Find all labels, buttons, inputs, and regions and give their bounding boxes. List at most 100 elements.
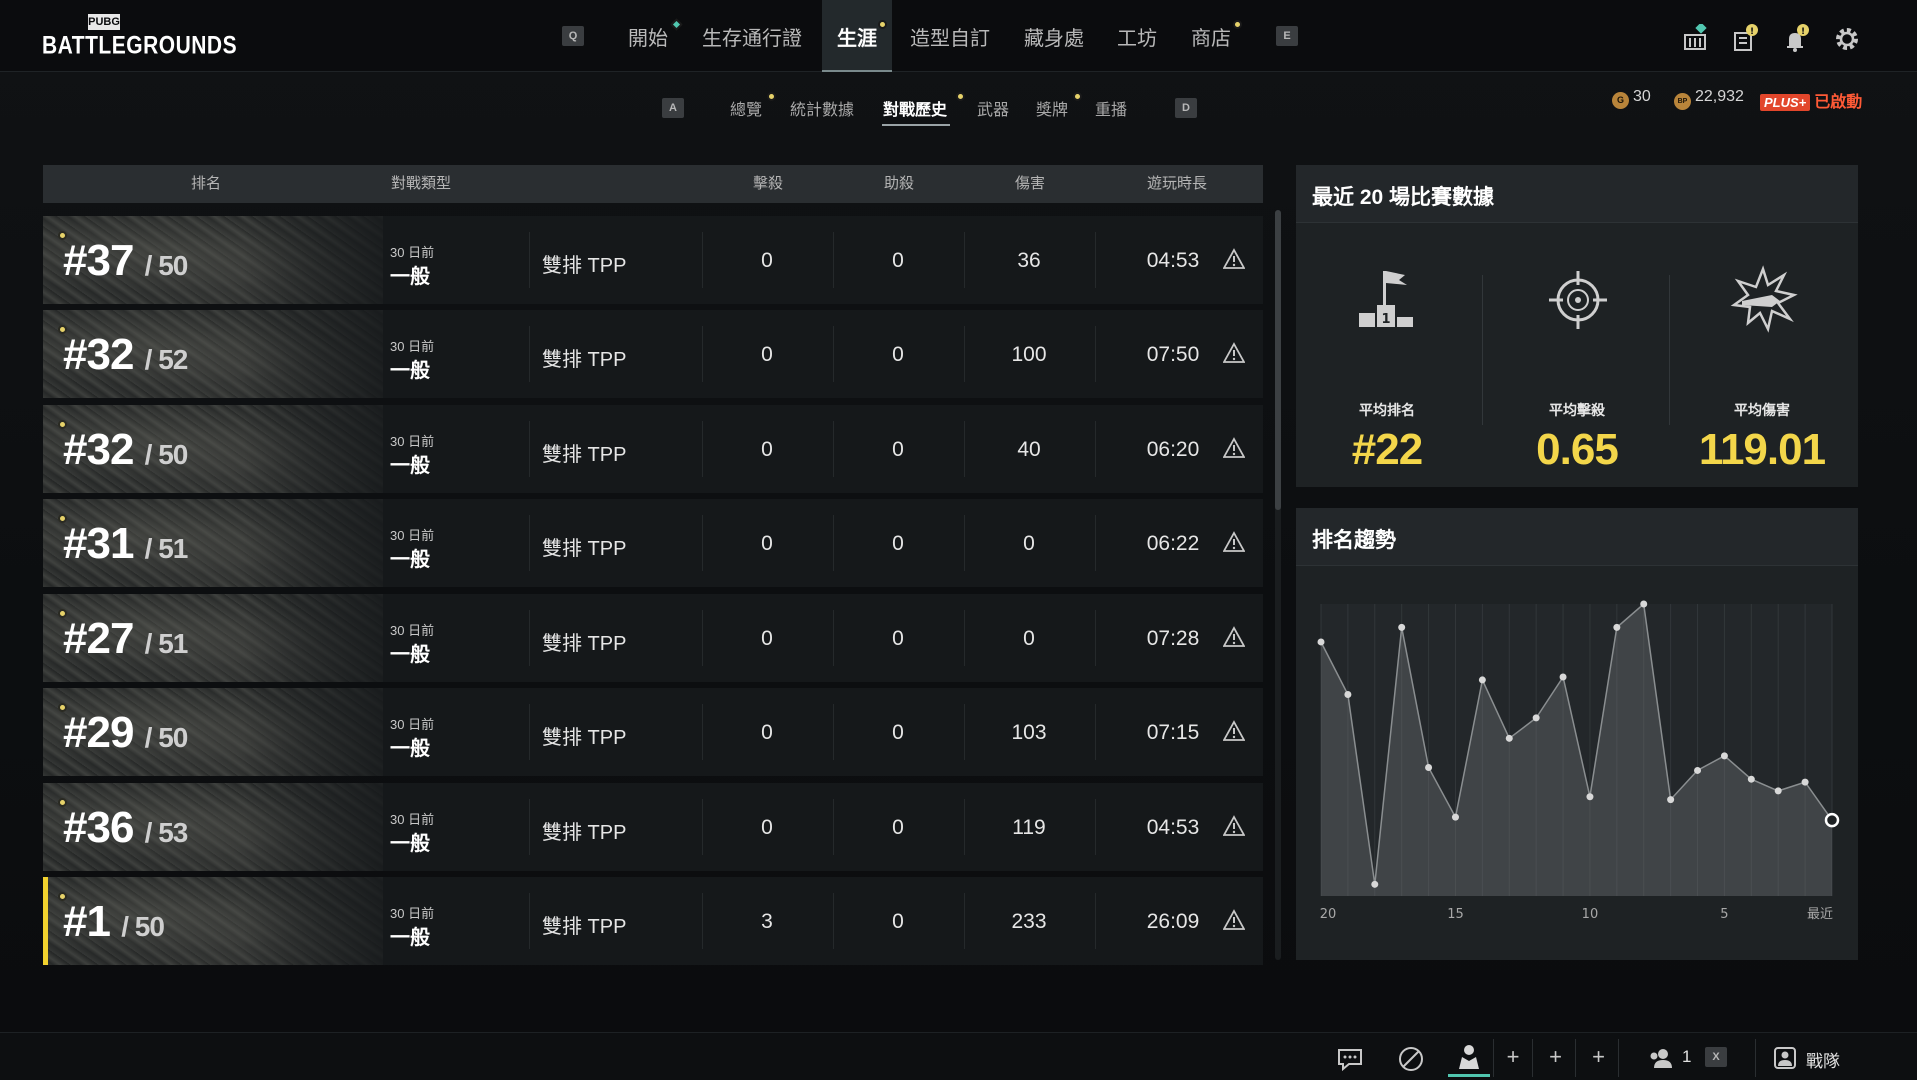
voice-off-icon[interactable]	[1396, 1041, 1426, 1077]
stat-divider	[1482, 275, 1483, 425]
scrollbar-thumb[interactable]	[1275, 210, 1281, 510]
report-warning-icon[interactable]	[1223, 815, 1245, 837]
subnav-right-key[interactable]: D	[1175, 98, 1197, 118]
report-warning-icon[interactable]	[1223, 342, 1245, 364]
match-type: 雙排 TPP	[542, 538, 627, 560]
report-warning-icon[interactable]	[1223, 531, 1245, 553]
subnav-tab-replays[interactable]: 重播	[1095, 96, 1127, 120]
subnav-tab-medals[interactable]: 獎牌	[1036, 92, 1082, 120]
nav-tab-customize[interactable]: 造型自訂	[910, 0, 990, 72]
trend-point[interactable]	[1586, 793, 1594, 801]
report-warning-icon[interactable]	[1223, 909, 1245, 931]
nav-left-key[interactable]: Q	[562, 26, 584, 46]
match-row[interactable]: #1 / 50 30 日前 一般 雙排 TPP 3 0 233 26:09	[43, 877, 1263, 965]
player-slot-self[interactable]	[1448, 1039, 1490, 1077]
trend-point[interactable]	[1532, 714, 1540, 722]
trend-point[interactable]	[1640, 600, 1648, 608]
subnav-tab-weapons[interactable]: 武器	[977, 96, 1009, 120]
g-coin-balance[interactable]: G 30	[1612, 88, 1651, 109]
trend-point[interactable]	[1747, 775, 1755, 783]
trend-point[interactable]	[1694, 766, 1702, 774]
match-row[interactable]: #37 / 50 30 日前 一般 雙排 TPP 0 0 36 04:53	[43, 216, 1263, 304]
match-rank: #27 / 51	[63, 614, 188, 663]
nav-tab-start[interactable]: 開始	[628, 0, 683, 72]
bp-balance[interactable]: BP 22,932	[1674, 88, 1744, 110]
match-row[interactable]: #31 / 51 30 日前 一般 雙排 TPP 0 0 0 06:22	[43, 499, 1263, 587]
report-warning-icon[interactable]	[1223, 248, 1245, 270]
match-assists: 0	[892, 249, 904, 272]
recent-stats-title: 最近 20 場比賽數據	[1312, 186, 1495, 209]
column-divider	[833, 704, 834, 760]
party-key[interactable]: X	[1705, 1047, 1727, 1067]
match-row[interactable]: #32 / 52 30 日前 一般 雙排 TPP 0 0 100 07:50	[43, 310, 1263, 398]
invite-slot-button[interactable]: +	[1536, 1039, 1576, 1077]
bp-icon: BP	[1674, 93, 1691, 110]
column-divider	[964, 232, 965, 288]
match-total-players: / 51	[144, 533, 189, 564]
column-divider	[529, 326, 530, 382]
subnav-tab-overview[interactable]: 總覽	[730, 92, 776, 120]
match-mode: 一般	[390, 266, 430, 288]
column-divider	[1095, 326, 1096, 382]
column-divider	[964, 799, 965, 855]
nav-tab-workshop[interactable]: 工坊	[1117, 0, 1157, 72]
nav-tab-hideout[interactable]: 藏身處	[1024, 0, 1084, 72]
notification-bell-icon[interactable]: !	[1781, 24, 1811, 54]
trend-point-latest[interactable]	[1824, 812, 1840, 828]
header-damage: 傷害	[1015, 175, 1046, 192]
match-row[interactable]: #32 / 50 30 日前 一般 雙排 TPP 0 0 40 06:20	[43, 405, 1263, 493]
subnav-tab-match-history[interactable]: 對戰歷史	[883, 92, 965, 120]
nav-tab-store[interactable]: 商店	[1191, 0, 1242, 72]
match-row[interactable]: #29 / 50 30 日前 一般 雙排 TPP 0 0 103 07:15	[43, 688, 1263, 776]
match-row[interactable]: #27 / 51 30 日前 一般 雙排 TPP 0 0 0 07:28	[43, 594, 1263, 682]
header-kills: 擊殺	[753, 175, 784, 192]
match-type: 雙排 TPP	[542, 255, 627, 277]
storage-icon[interactable]	[1680, 24, 1710, 54]
trend-point[interactable]	[1505, 734, 1513, 742]
match-kills: 3	[761, 910, 773, 933]
report-warning-icon[interactable]	[1223, 626, 1245, 648]
svg-text:1: 1	[1381, 312, 1390, 327]
clan-button[interactable]: 戰隊	[1755, 1039, 1885, 1077]
trend-point[interactable]	[1478, 676, 1486, 684]
report-warning-icon[interactable]	[1223, 437, 1245, 459]
invite-slot-button[interactable]: +	[1493, 1039, 1533, 1077]
nav-right-key[interactable]: E	[1276, 26, 1298, 46]
trend-point[interactable]	[1425, 764, 1433, 772]
win-indicator-bar	[43, 877, 48, 965]
invite-slot-button[interactable]: +	[1579, 1039, 1619, 1077]
trend-point[interactable]	[1559, 673, 1567, 681]
plus-status[interactable]: PLUS+ 已啟動	[1760, 88, 1862, 112]
trend-point[interactable]	[1371, 880, 1379, 888]
trend-point[interactable]	[1801, 778, 1809, 786]
chat-icon[interactable]	[1335, 1041, 1365, 1077]
nav-new-indicator	[878, 20, 887, 29]
column-divider	[1095, 421, 1096, 477]
subnav-left-key[interactable]: A	[662, 98, 684, 118]
settings-gear-icon[interactable]	[1832, 24, 1862, 54]
match-rank: #37 / 50	[63, 236, 188, 285]
match-assists: 0	[892, 910, 904, 933]
match-damage: 233	[1011, 910, 1047, 933]
match-total-players: / 52	[144, 344, 189, 375]
nav-tab-career[interactable]: 生涯	[822, 0, 892, 72]
trend-point[interactable]	[1613, 623, 1621, 631]
nav-tab-survivor-pass[interactable]: 生存通行證	[702, 0, 802, 72]
trend-point[interactable]	[1451, 813, 1459, 821]
friends-icon[interactable]	[1648, 1041, 1674, 1077]
subnav-tab-statistics[interactable]: 統計數據	[790, 96, 854, 120]
trend-point[interactable]	[1398, 623, 1406, 631]
report-warning-icon[interactable]	[1223, 720, 1245, 742]
match-row[interactable]: #36 / 53 30 日前 一般 雙排 TPP 0 0 119 04:53	[43, 783, 1263, 871]
column-divider	[833, 421, 834, 477]
trend-point[interactable]	[1667, 796, 1675, 804]
bullet-impact-icon	[1730, 265, 1798, 333]
column-divider	[529, 515, 530, 571]
trend-point[interactable]	[1317, 638, 1325, 646]
trend-point[interactable]	[1344, 691, 1352, 699]
game-logo[interactable]: PUBG BATTLEGROUNDS	[42, 14, 237, 60]
x-tick-label: 15	[1447, 907, 1464, 922]
missions-icon[interactable]: !	[1730, 24, 1760, 54]
trend-point[interactable]	[1774, 787, 1782, 795]
trend-point[interactable]	[1720, 752, 1728, 760]
